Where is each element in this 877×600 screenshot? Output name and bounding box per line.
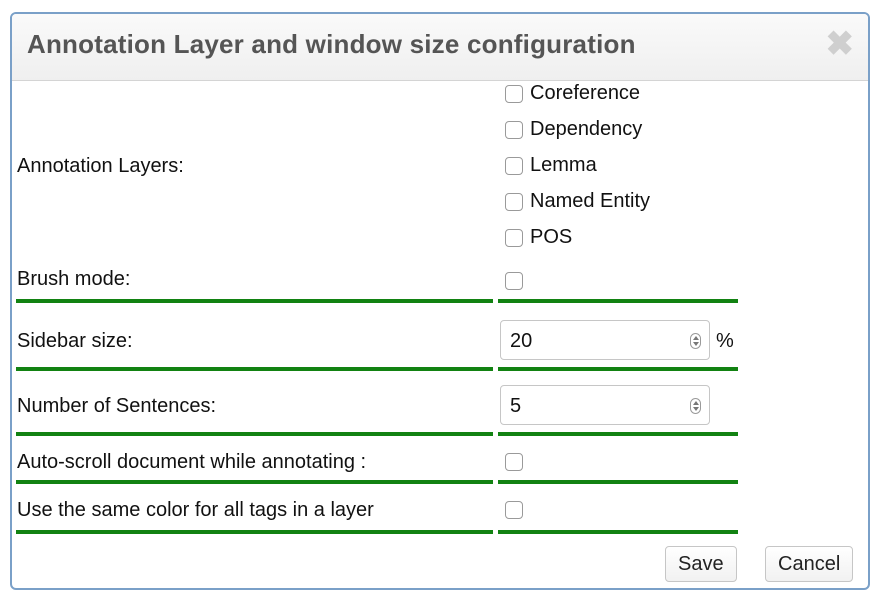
separator (16, 530, 493, 534)
brush-mode-checkbox[interactable] (505, 272, 523, 290)
separator (498, 367, 738, 371)
annotation-layers-label: Annotation Layers: (17, 155, 184, 177)
pos-checkbox[interactable] (505, 229, 523, 247)
sentences-label: Number of Sentences: (17, 395, 216, 417)
close-icon[interactable]: ✖ (826, 24, 855, 64)
named-entity-checkbox[interactable] (505, 193, 523, 211)
dialog-title: Annotation Layer and window size configu… (27, 29, 636, 59)
spinner-icon[interactable] (690, 398, 701, 414)
named-entity-label: Named Entity (530, 190, 651, 212)
coreference-checkbox[interactable] (505, 85, 523, 103)
save-button[interactable]: Save (665, 546, 737, 582)
separator (16, 367, 493, 371)
separator (16, 432, 493, 436)
sidebar-size-unit: % (716, 330, 734, 352)
dependency-label: Dependency (530, 118, 643, 140)
separator (498, 530, 738, 534)
sidebar-size-input[interactable]: 20 (500, 320, 710, 360)
separator (16, 480, 493, 484)
sentences-value: 5 (510, 395, 522, 417)
sidebar-size-value: 20 (510, 330, 533, 352)
separator (498, 432, 738, 436)
lemma-checkbox[interactable] (505, 157, 523, 175)
separator (498, 480, 738, 484)
separator (498, 299, 738, 303)
brush-mode-label: Brush mode: (17, 268, 131, 290)
auto-scroll-label: Auto-scroll document while annotating : (17, 451, 367, 473)
separator (16, 299, 493, 303)
coreference-label: Coreference (530, 82, 641, 104)
auto-scroll-checkbox[interactable] (505, 453, 523, 471)
sidebar-size-label: Sidebar size: (17, 330, 133, 352)
cancel-button[interactable]: Cancel (765, 546, 854, 582)
dialog-titlebar: Annotation Layer and window size configu… (12, 14, 868, 81)
spinner-icon[interactable] (690, 333, 701, 349)
sentences-input[interactable]: 5 (500, 385, 710, 425)
dependency-checkbox[interactable] (505, 121, 523, 139)
lemma-label: Lemma (530, 154, 597, 176)
same-color-checkbox[interactable] (505, 501, 523, 519)
same-color-label: Use the same color for all tags in a lay… (17, 499, 374, 521)
pos-label: POS (530, 226, 573, 248)
